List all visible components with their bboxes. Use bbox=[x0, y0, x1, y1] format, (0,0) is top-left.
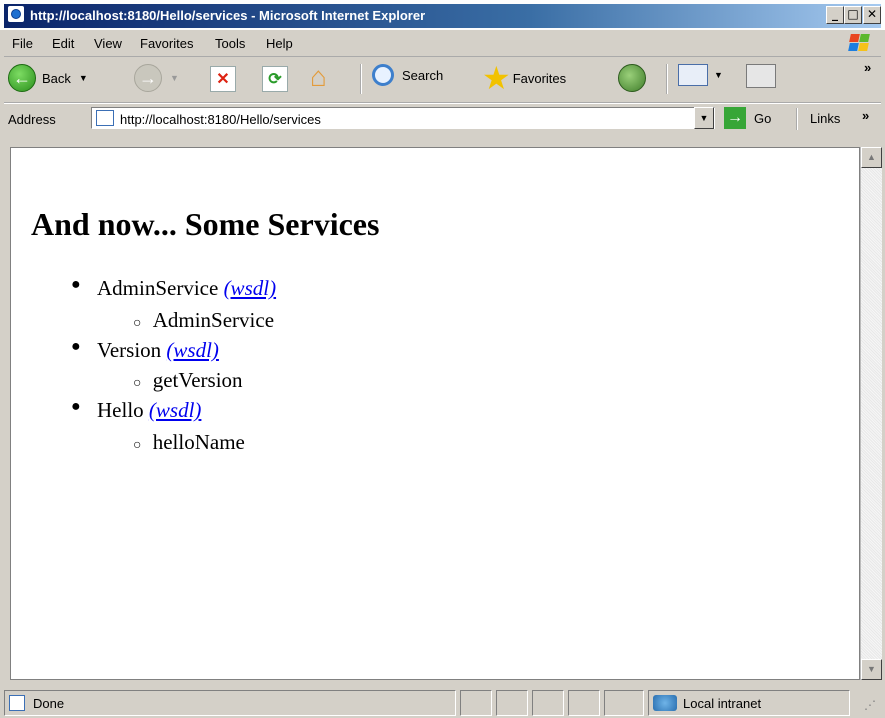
favorites-star-icon: ★ bbox=[482, 60, 511, 96]
back-dropdown-icon[interactable]: ▼ bbox=[79, 73, 88, 83]
ie-page-icon bbox=[96, 110, 114, 126]
wsdl-link[interactable]: (wsdl) bbox=[224, 276, 277, 300]
refresh-button[interactable]: ⟳ bbox=[262, 66, 288, 92]
stop-icon: ✕ bbox=[210, 66, 236, 92]
menu-tools[interactable]: Tools bbox=[215, 36, 245, 51]
toolbar-separator bbox=[360, 64, 362, 94]
service-item: ● Hello (wsdl) bbox=[71, 398, 201, 423]
search-button[interactable]: Search bbox=[372, 64, 443, 86]
history-icon bbox=[618, 64, 646, 92]
service-name: Hello bbox=[97, 398, 144, 422]
status-panel bbox=[460, 690, 492, 716]
back-button[interactable]: ← Back ▼ bbox=[8, 64, 88, 92]
search-icon bbox=[372, 64, 394, 86]
stop-button[interactable]: ✕ bbox=[210, 66, 236, 92]
bullet-icon: ● bbox=[71, 276, 81, 293]
method-item: ○ getVersion bbox=[133, 368, 243, 393]
refresh-icon: ⟳ bbox=[262, 66, 288, 92]
home-icon: ⌂ bbox=[310, 61, 327, 92]
scroll-down-icon[interactable]: ▼ bbox=[861, 659, 882, 680]
address-label: Address bbox=[8, 112, 56, 127]
back-arrow-icon: ← bbox=[8, 64, 36, 92]
favorites-label: Favorites bbox=[512, 70, 567, 86]
intranet-icon bbox=[653, 695, 677, 711]
links-label[interactable]: Links bbox=[810, 111, 840, 126]
page-heading: And now... Some Services bbox=[31, 206, 380, 242]
wsdl-link[interactable]: (wsdl) bbox=[149, 398, 202, 422]
service-name: Version bbox=[97, 338, 162, 362]
security-zone-panel: Local intranet bbox=[648, 690, 850, 716]
vertical-scrollbar[interactable]: ▲ ▼ bbox=[860, 147, 882, 680]
service-item: ● AdminService (wsdl) bbox=[71, 276, 276, 301]
back-label: Back bbox=[42, 70, 71, 86]
service-name: AdminService bbox=[97, 276, 219, 300]
mail-dropdown-icon[interactable]: ▼ bbox=[714, 70, 723, 80]
zone-text: Local intranet bbox=[683, 696, 762, 711]
menu-help[interactable]: Help bbox=[266, 36, 293, 51]
history-button[interactable] bbox=[618, 64, 646, 92]
close-button[interactable]: ✕ bbox=[863, 6, 881, 24]
windows-logo-icon bbox=[843, 31, 873, 55]
method-name: AdminService bbox=[152, 308, 275, 332]
forward-button[interactable]: → ▼ bbox=[134, 64, 179, 92]
page-content: And now... Some Services ● AdminService … bbox=[10, 147, 860, 680]
window-title: http://localhost:8180/Hello/services - M… bbox=[30, 8, 426, 23]
method-name: helloName bbox=[152, 430, 245, 454]
circle-bullet-icon: ○ bbox=[133, 376, 142, 391]
toolbar-chevron-icon[interactable]: » bbox=[864, 60, 871, 75]
menu-bar: File Edit View Favorites Tools Help bbox=[4, 30, 881, 57]
status-bar: Done Local intranet ⋰ bbox=[0, 688, 885, 718]
status-main-panel: Done bbox=[4, 690, 456, 716]
go-button[interactable]: → Go bbox=[724, 107, 771, 129]
service-item: ● Version (wsdl) bbox=[71, 338, 219, 363]
status-panel bbox=[568, 690, 600, 716]
toolbar-separator bbox=[796, 108, 798, 130]
menu-favorites[interactable]: Favorites bbox=[140, 36, 193, 51]
address-bar: Address http://localhost:8180/Hello/serv… bbox=[4, 103, 881, 134]
print-button[interactable] bbox=[746, 64, 776, 88]
print-icon bbox=[746, 64, 776, 88]
ie-page-icon bbox=[9, 695, 25, 711]
circle-bullet-icon: ○ bbox=[133, 438, 142, 453]
menu-file[interactable]: File bbox=[12, 36, 33, 51]
circle-bullet-icon: ○ bbox=[133, 316, 142, 331]
method-item: ○ helloName bbox=[133, 430, 245, 455]
ie-page-icon bbox=[8, 6, 24, 22]
title-bar: http://localhost:8180/Hello/services - M… bbox=[0, 0, 885, 30]
address-dropdown-icon[interactable]: ▼ bbox=[694, 107, 714, 129]
mail-button[interactable]: ▼ bbox=[678, 64, 723, 86]
scroll-up-icon[interactable]: ▲ bbox=[861, 147, 882, 168]
status-panel bbox=[532, 690, 564, 716]
maximize-button[interactable]: □ bbox=[844, 6, 862, 24]
method-name: getVersion bbox=[152, 368, 243, 392]
status-panel bbox=[604, 690, 644, 716]
go-arrow-icon: → bbox=[724, 107, 746, 129]
status-panel bbox=[496, 690, 528, 716]
minimize-button[interactable]: _ bbox=[826, 6, 844, 24]
bullet-icon: ● bbox=[71, 398, 81, 415]
status-text: Done bbox=[33, 696, 65, 711]
go-label: Go bbox=[754, 110, 772, 126]
home-button[interactable]: ⌂ bbox=[310, 62, 327, 92]
menu-edit[interactable]: Edit bbox=[52, 36, 74, 51]
favorites-button[interactable]: ★ Favorites bbox=[482, 62, 566, 94]
resize-grip-icon[interactable]: ⋰ bbox=[864, 698, 876, 712]
browser-window: http://localhost:8180/Hello/services - M… bbox=[0, 0, 885, 718]
toolbar-separator bbox=[666, 64, 668, 94]
address-value: http://localhost:8180/Hello/services bbox=[120, 112, 321, 127]
links-chevron-icon[interactable]: » bbox=[862, 108, 869, 123]
menu-view[interactable]: View bbox=[94, 36, 122, 51]
forward-arrow-icon: → bbox=[134, 64, 162, 92]
search-label: Search bbox=[402, 67, 444, 83]
wsdl-link[interactable]: (wsdl) bbox=[166, 338, 219, 362]
bullet-icon: ● bbox=[71, 338, 81, 355]
forward-dropdown-icon[interactable]: ▼ bbox=[170, 73, 179, 83]
standard-toolbar: ← Back ▼ → ▼ ✕ ⟳ ⌂ Search ★ Favorites ▼ … bbox=[4, 58, 881, 103]
address-input[interactable]: http://localhost:8180/Hello/services bbox=[91, 107, 715, 129]
method-item: ○ AdminService bbox=[133, 308, 274, 333]
mail-icon bbox=[678, 64, 708, 86]
